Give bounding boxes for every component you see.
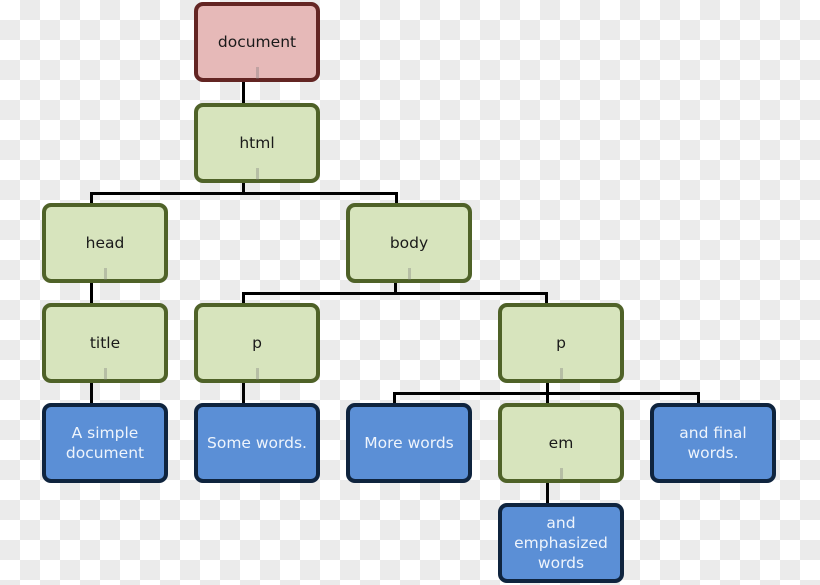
node-em: em (498, 403, 624, 483)
node-label: and final words. (679, 424, 747, 462)
node-document: document (194, 2, 320, 82)
node-label: head (85, 234, 125, 252)
dom-tree-diagram: document html head body title p p A simp… (0, 0, 820, 585)
node-label: Some words. (207, 434, 307, 452)
node-label: p (252, 334, 262, 352)
node-html: html (194, 103, 320, 183)
connector-p1-text (242, 381, 245, 405)
node-title: title (42, 303, 168, 383)
node-label: body (389, 234, 429, 252)
node-label: and emphasized words (514, 514, 608, 572)
node-label: title (89, 334, 121, 352)
node-label: p (556, 334, 566, 352)
node-body: body (346, 203, 472, 283)
node-label: A simple document (65, 424, 145, 462)
node-head: head (42, 203, 168, 283)
connector-body-children-bar (242, 292, 548, 295)
node-p-1: p (194, 303, 320, 383)
node-text-em: and emphasized words (498, 503, 624, 583)
connector-head-title (90, 281, 93, 305)
node-label: em (548, 434, 574, 452)
connector-em-text (546, 481, 549, 505)
node-text-p1: Some words. (194, 403, 320, 483)
connector-document-html (242, 80, 245, 105)
node-text-title: A simple document (42, 403, 168, 483)
node-text-final-words: and final words. (650, 403, 776, 483)
connector-title-text (90, 381, 93, 405)
node-label: document (217, 33, 297, 51)
node-text-more-words: More words (346, 403, 472, 483)
node-label: More words (364, 434, 454, 452)
connector-html-children-bar (90, 192, 398, 195)
node-p-2: p (498, 303, 624, 383)
node-label: html (239, 134, 275, 152)
